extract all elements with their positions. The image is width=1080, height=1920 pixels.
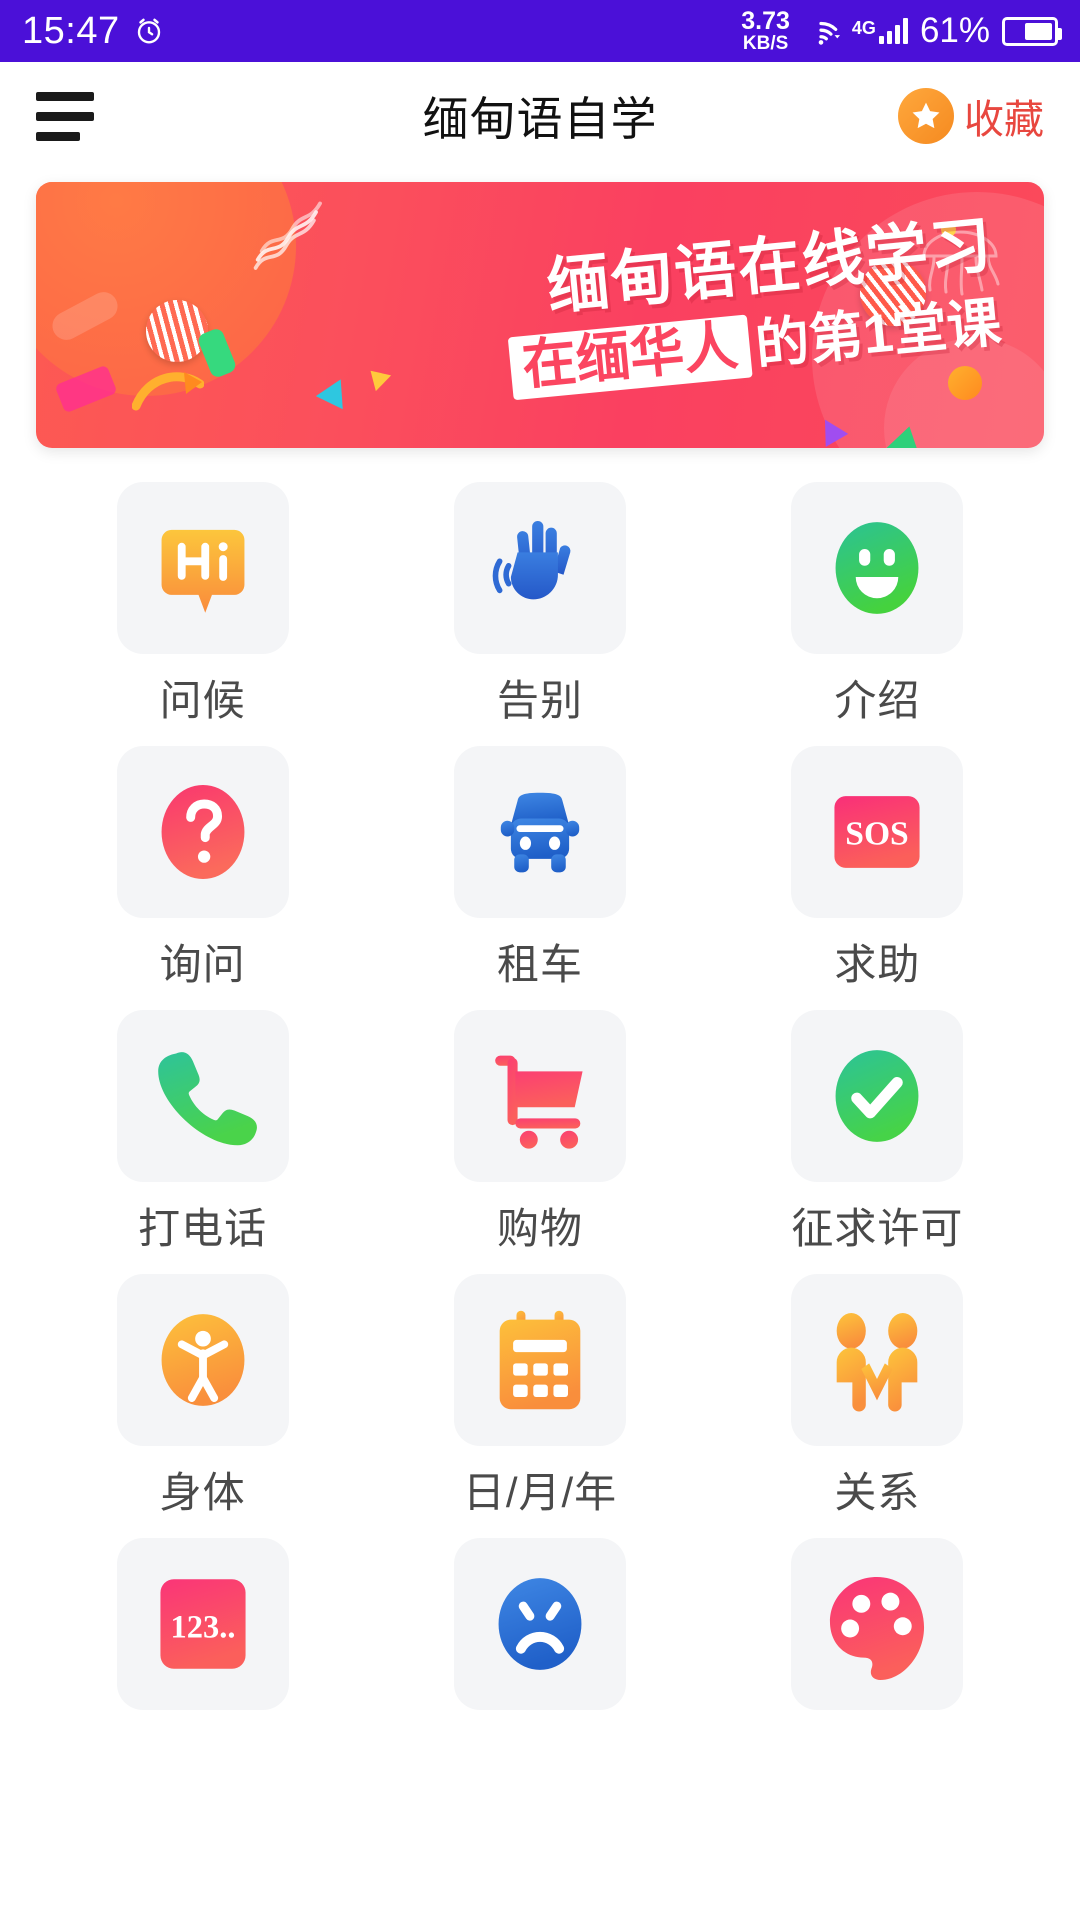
grid-item-permission[interactable]: 征求许可 [709,1010,1046,1250]
grid-item-label: 日/月/年 [462,1469,618,1516]
svg-text:123..: 123.. [170,1609,235,1645]
status-bar-left: 15:47 [22,10,164,53]
grid-item-relationship[interactable]: 关系 [709,1274,1046,1514]
grid-item-farewell[interactable]: 告别 [371,482,708,722]
grid-item-phone-call[interactable]: 打电话 [34,1010,371,1250]
grid-item-label: 告别 [496,677,583,724]
mobile-network-label: 4G [851,18,876,38]
category-grid: 问候 告别 介绍 询问 租车 SOS 求助 打电话 购物 征求许可 身体 日/月… [0,448,1080,1736]
sos-icon: SOS [834,796,920,868]
grid-item-label: 介绍 [834,677,921,724]
wifi-icon [818,21,840,45]
signal-bars-icon: 4G [852,18,908,44]
status-bar: 15:47 3.73 KB/S 4G 61% [0,0,1080,62]
grid-item-introduction[interactable]: 介绍 [709,482,1046,722]
hamburger-menu-icon[interactable] [36,91,94,141]
grid-item-tile [453,1010,626,1182]
alarm-clock-icon [137,18,160,44]
battery-percent: 61% [919,11,990,50]
grid-item-label: 打电话 [138,1205,268,1252]
grid-item-label: 征求许可 [791,1205,964,1252]
calendar-icon [499,1310,581,1410]
banner-yellow-triangle [362,362,392,392]
car-icon [500,792,580,873]
shopping-cart-icon [495,1055,583,1149]
banner-container: 缅甸语在线学习 在缅华人 的第1堂课 [0,170,1080,448]
grid-item-label: 购物 [496,1205,583,1252]
grid-item-tile [453,1274,626,1446]
grid-item-label: 求助 [834,941,921,988]
grid-item-tile [116,746,289,918]
grid-item-tile [116,1274,289,1446]
grid-item-tile [116,1010,289,1182]
grid-item-label: 关系 [834,1469,921,1516]
network-speed: 3.73 KB/S [741,7,790,54]
banner-orange-dot [948,366,982,400]
handshake-people-icon [837,1312,918,1412]
network-speed-value: 3.73 [741,7,790,35]
grid-item-colors[interactable] [709,1538,1046,1736]
sad-face-icon [498,1578,582,1670]
grid-item-tile: SOS [791,746,964,918]
grid-item-car-rental[interactable]: 租车 [371,746,708,986]
grid-item-label: 租车 [496,941,583,988]
grid-item-label: 问候 [159,677,246,724]
grid-item-tile [791,482,964,654]
phone-call-icon [157,1052,257,1146]
favorite-button[interactable]: 收藏 [898,87,1044,145]
promo-banner[interactable]: 缅甸语在线学习 在缅华人 的第1堂课 [36,182,1044,448]
banner-subline-highlight: 在缅华人 [507,314,753,401]
grid-item-tile [116,482,289,654]
grid-item-tile [453,746,626,918]
grid-item-tile [791,1010,964,1182]
grid-item-shopping[interactable]: 购物 [371,1010,708,1250]
body-person-icon [161,1314,245,1406]
favorite-label: 收藏 [964,98,1044,142]
grid-item-label: 身体 [159,1469,246,1516]
banner-cyan-triangle [315,372,355,410]
grid-item-tile [791,1538,964,1710]
grid-item-sad[interactable] [371,1538,708,1736]
grid-item-tile [453,1538,626,1710]
network-speed-unit: KB/S [742,33,789,54]
signal-bars [878,18,908,44]
grid-item-tile [791,1274,964,1446]
status-bar-right: 3.73 KB/S 4G 61% [741,7,1062,54]
grid-item-tile [453,482,626,654]
status-time: 15:47 [22,9,120,52]
grid-item-date[interactable]: 日/月/年 [371,1274,708,1514]
banner-swoosh-icon [132,372,204,411]
waving-hand-icon [492,520,571,600]
grid-item-help[interactable]: SOS 求助 [709,746,1046,986]
smiley-face-icon [835,522,919,614]
grid-item-label: 询问 [159,941,246,988]
check-circle-icon [835,1050,919,1142]
grid-item-tile: 123.. [116,1538,289,1710]
grid-item-body[interactable]: 身体 [34,1274,371,1514]
hi-speech-bubble-icon [161,529,245,613]
numbers-123-icon: 123.. [160,1579,246,1669]
grid-item-greeting[interactable]: 问候 [34,482,371,722]
star-icon [898,88,954,144]
paint-palette-icon [830,1576,925,1680]
grid-item-asking[interactable]: 询问 [34,746,371,986]
grid-item-numbers[interactable]: 123.. [34,1538,371,1736]
battery-icon [1002,16,1062,46]
svg-text:SOS: SOS [846,815,909,852]
question-mark-icon [161,784,245,880]
app-bar: 缅甸语自学 收藏 [0,62,1080,170]
